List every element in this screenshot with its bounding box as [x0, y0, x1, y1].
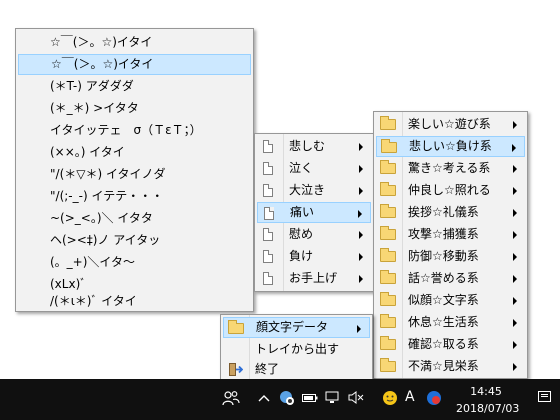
taskbar-clock[interactable]: 14:45 2018/07/03	[456, 383, 520, 417]
emoticon-menu: ☆￣(＞。☆)イタイ ☆￣(＞。☆)イタイ (＊T-) アダダダ (＊_＊) >…	[15, 28, 254, 312]
ime-mode-icon[interactable]: A	[405, 389, 415, 405]
folder-icon	[380, 314, 396, 328]
emoticon-item[interactable]: ☆￣(＞。☆)イタイ	[18, 54, 251, 75]
category-item[interactable]: 楽しい☆遊び系	[376, 114, 525, 135]
folder-icon	[380, 182, 396, 196]
category-item[interactable]: 挨拶☆礼儀系	[376, 202, 525, 223]
submenu-arrow-icon	[359, 143, 363, 151]
emoticon-item[interactable]: (。_+)＼イタ〜	[18, 252, 251, 273]
submenu-arrow-icon	[359, 187, 363, 195]
submenu-arrow-icon	[357, 325, 361, 333]
tray-item-remove-from-tray[interactable]: トレイから出す	[223, 339, 370, 360]
emoticon-item[interactable]: イタイッテェ σ（ＴεＴ；）	[18, 120, 251, 141]
submenu-item-pain[interactable]: 痛い	[257, 202, 371, 223]
folder-icon	[381, 139, 397, 153]
document-icon	[263, 162, 273, 175]
category-item[interactable]: 悲しい☆負け系	[376, 136, 525, 157]
submenu-item-comfort[interactable]: 慰め	[257, 224, 371, 245]
category-item[interactable]: 似顔☆文字系	[376, 290, 525, 311]
category-item[interactable]: 仲良し☆照れる	[376, 180, 525, 201]
category-item[interactable]: 話☆誉める系	[376, 268, 525, 289]
volume-muted-icon[interactable]	[348, 391, 364, 409]
submenu-arrow-icon	[513, 187, 517, 195]
emoticon-item[interactable]: ヘ(><‡)ノ アイタッ	[18, 230, 251, 251]
submenu-arrow-icon	[513, 275, 517, 283]
notification-icon[interactable]	[538, 391, 551, 402]
folder-icon	[380, 292, 396, 306]
emoticon-item[interactable]: ~(>_<。)＼ イタタ	[18, 208, 251, 229]
emoticon-item[interactable]: /(＊ι＊)ﾞ イタイ	[18, 291, 251, 312]
document-icon	[263, 228, 273, 241]
submenu-arrow-icon	[513, 363, 517, 371]
submenu-item-bawl[interactable]: 大泣き	[257, 180, 371, 201]
submenu-arrow-icon	[513, 297, 517, 305]
category-item[interactable]: 確認☆取る系	[376, 334, 525, 355]
submenu-item-cry[interactable]: 泣く	[257, 158, 371, 179]
folder-icon	[380, 248, 396, 262]
folder-icon	[228, 320, 244, 334]
emoticon-item[interactable]: (××。) イタイ	[18, 142, 251, 163]
submenu-arrow-icon	[512, 144, 516, 152]
submenu-arrow-icon	[513, 253, 517, 261]
document-icon	[263, 250, 273, 263]
category-menu: 楽しい☆遊び系 悲しい☆負け系 驚き☆考える系 仲良し☆照れる 挨拶☆礼儀系 攻…	[373, 111, 528, 379]
submenu-arrow-icon	[513, 319, 517, 327]
submenu-item-giveup[interactable]: お手上げ	[257, 268, 371, 289]
category-item[interactable]: 防御☆移動系	[376, 246, 525, 267]
tray-item-exit[interactable]: 終了	[223, 359, 370, 379]
submenu-arrow-icon	[358, 210, 362, 218]
emoticon-item[interactable]: (＊_＊) >イタタ	[18, 98, 251, 119]
emoticon-item[interactable]: "/(＊▽＊) イタイノダ	[18, 164, 251, 185]
category-item[interactable]: 驚き☆考える系	[376, 158, 525, 179]
taskbar: A 14:45 2018/07/03	[0, 379, 560, 420]
people-icon[interactable]	[222, 390, 240, 411]
folder-icon	[380, 160, 396, 174]
submenu-arrow-icon	[513, 209, 517, 217]
category-item[interactable]: 休息☆生活系	[376, 312, 525, 333]
document-icon	[264, 207, 274, 220]
feeling-submenu: 悲しむ 泣く 大泣き 痛い 慰め 負け お手上げ	[254, 133, 374, 292]
submenu-arrow-icon	[513, 165, 517, 173]
submenu-arrow-icon	[359, 253, 363, 261]
document-icon	[263, 272, 273, 285]
folder-icon	[380, 336, 396, 350]
clock-date: 2018/07/03	[456, 402, 520, 415]
app-tray-icon[interactable]	[426, 390, 442, 411]
folder-icon	[380, 204, 396, 218]
folder-icon	[380, 116, 396, 130]
clock-time: 14:45	[470, 385, 502, 398]
submenu-arrow-icon	[359, 165, 363, 173]
tray-context-menu: 顔文字データ トレイから出す 終了	[220, 314, 373, 382]
battery-icon[interactable]	[302, 392, 318, 408]
folder-icon	[380, 226, 396, 240]
category-item[interactable]: 攻撃☆捕獲系	[376, 224, 525, 245]
submenu-item-sad[interactable]: 悲しむ	[257, 136, 371, 157]
submenu-arrow-icon	[513, 121, 517, 129]
document-icon	[263, 140, 273, 153]
emoticon-app-icon[interactable]	[382, 390, 398, 411]
category-item[interactable]: 不満☆見栄系	[376, 356, 525, 377]
submenu-arrow-icon	[359, 231, 363, 239]
submenu-arrow-icon	[513, 231, 517, 239]
chevron-up-icon[interactable]	[258, 392, 270, 408]
tray-item-emoticon-data[interactable]: 顔文字データ	[223, 317, 370, 338]
network-app-icon[interactable]	[278, 390, 296, 411]
document-icon	[263, 184, 273, 197]
submenu-arrow-icon	[513, 341, 517, 349]
exit-icon	[227, 362, 244, 377]
submenu-item-lose[interactable]: 負け	[257, 246, 371, 267]
submenu-arrow-icon	[359, 275, 363, 283]
emoticon-item[interactable]: (＊T-) アダダダ	[18, 76, 251, 97]
emoticon-item[interactable]: "/(;-_-) イテテ・・・	[18, 186, 251, 207]
folder-icon	[380, 270, 396, 284]
emoticon-item[interactable]: ☆￣(＞。☆)イタイ	[18, 32, 251, 53]
network-icon[interactable]	[325, 391, 341, 409]
folder-icon	[380, 358, 396, 372]
